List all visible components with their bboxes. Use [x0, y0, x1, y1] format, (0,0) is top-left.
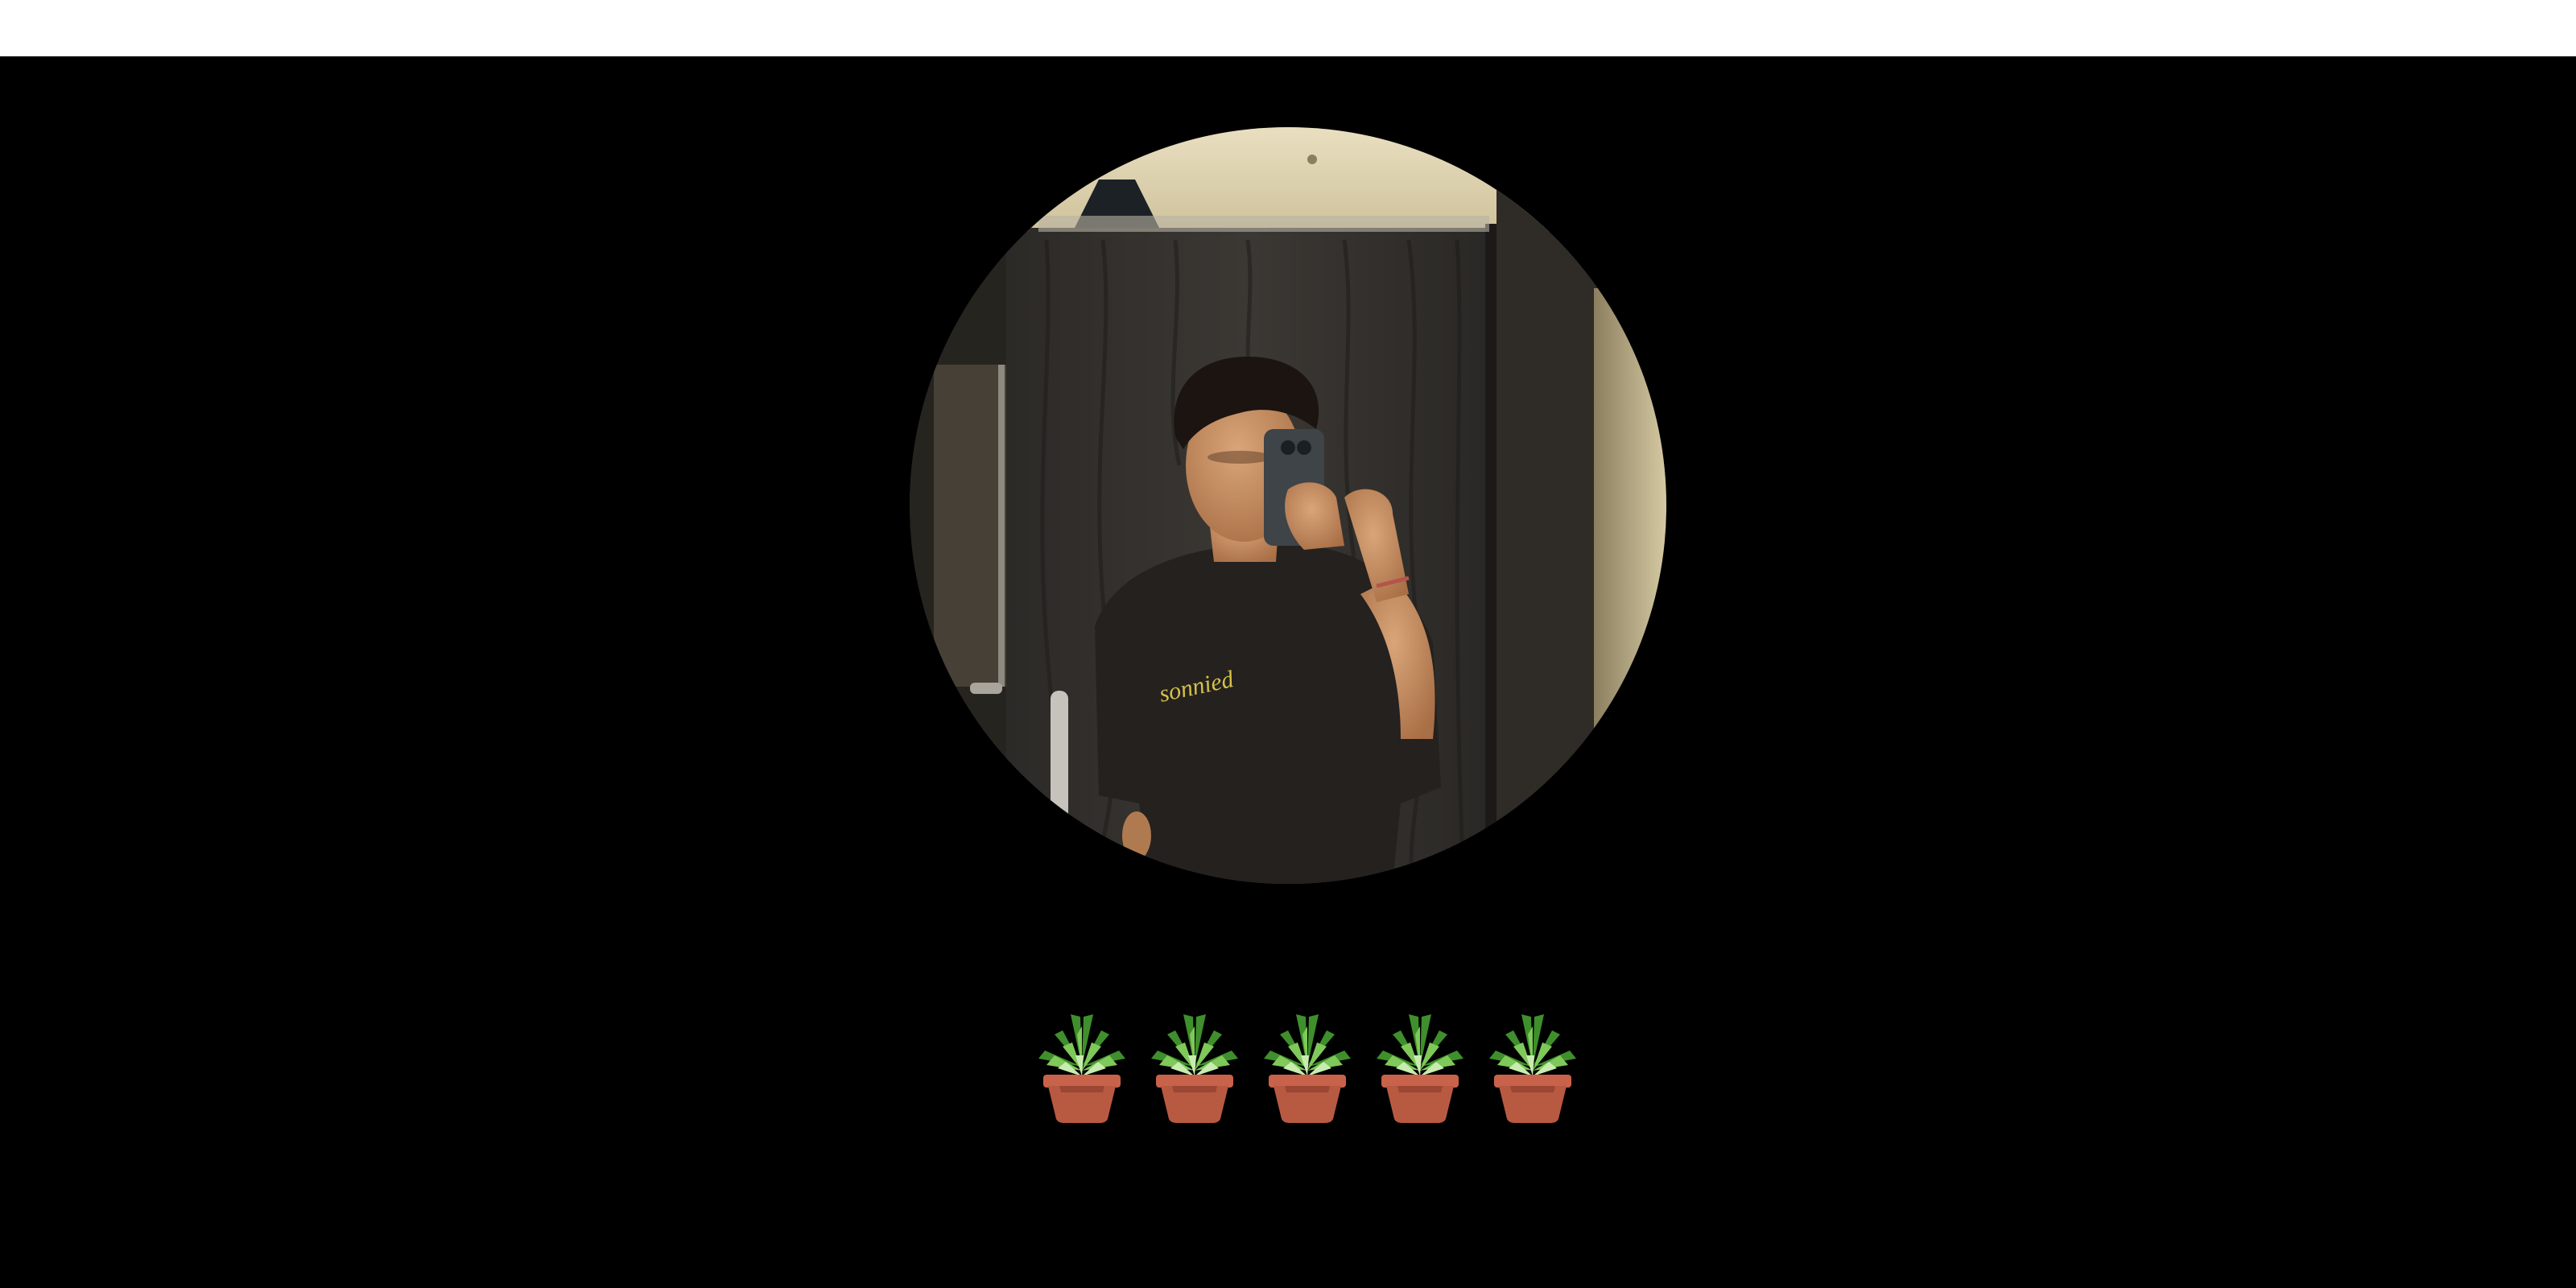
avatar[interactable]: sonnied [910, 127, 1666, 884]
potted-plant-icon [1030, 1002, 1133, 1123]
potted-plant-icon [1368, 1002, 1472, 1123]
avatar-photo: sonnied [910, 127, 1666, 884]
page-background: sonnied [0, 56, 2576, 1288]
top-bar [0, 0, 2576, 56]
potted-plant-icon [1143, 1002, 1246, 1123]
plant-rating [1030, 1002, 1586, 1123]
potted-plant-icon [1481, 1002, 1584, 1123]
potted-plant-icon [1256, 1002, 1359, 1123]
